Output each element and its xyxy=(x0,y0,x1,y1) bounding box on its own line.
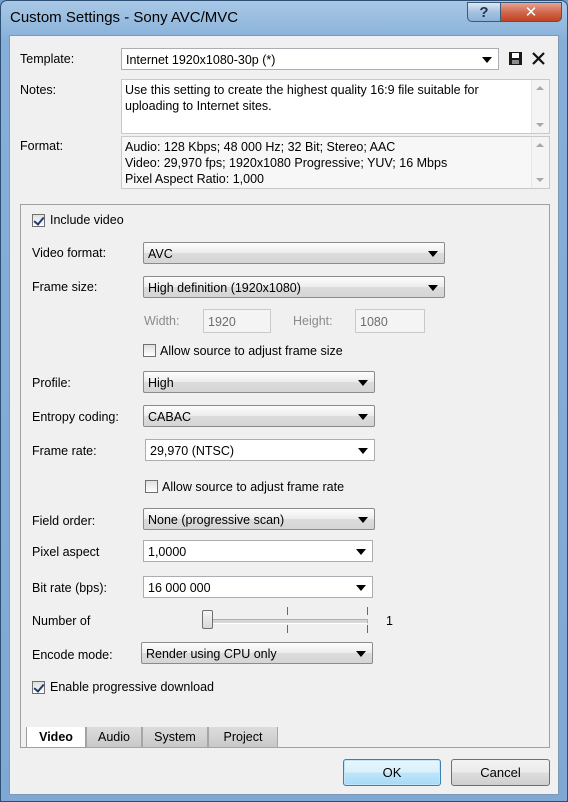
slider-tick xyxy=(287,625,288,633)
tab-audio[interactable]: Audio xyxy=(86,727,142,748)
entropy-coding-dropdown[interactable]: CABAC xyxy=(143,405,375,427)
close-button[interactable]: ✕ xyxy=(500,2,562,22)
video-format-label: Video format: xyxy=(32,246,107,260)
scroll-up-icon[interactable] xyxy=(536,143,544,147)
template-combo[interactable]: Internet 1920x1080-30p (*) xyxy=(121,48,499,70)
encode-mode-dropdown[interactable]: Render using CPU only xyxy=(141,642,373,664)
entropy-coding-label: Entropy coding: xyxy=(32,410,119,424)
dialog-body: Template: Internet 1920x1080-30p (*) Not… xyxy=(9,35,559,795)
include-video-checkbox[interactable] xyxy=(32,214,45,227)
chevron-down-icon xyxy=(356,549,366,555)
encode-mode-label: Encode mode: xyxy=(32,648,113,662)
chevron-down-icon xyxy=(482,57,492,63)
encode-mode-value: Render using CPU only xyxy=(146,647,277,661)
format-line-audio: Audio: 128 Kbps; 48 000 Hz; 32 Bit; Ster… xyxy=(125,140,396,154)
settings-tabs: Video Audio System Project xyxy=(20,727,550,749)
profile-value: High xyxy=(148,376,174,390)
field-order-label: Field order: xyxy=(32,514,96,528)
help-button[interactable]: ? xyxy=(467,2,501,22)
cancel-button[interactable]: Cancel xyxy=(451,759,550,786)
chevron-down-icon xyxy=(358,517,368,523)
chevron-down-icon xyxy=(356,651,366,657)
tab-system[interactable]: System xyxy=(142,727,208,748)
number-of-label: Number of xyxy=(32,614,91,628)
width-label: Width: xyxy=(144,314,180,328)
format-text: Audio: 128 Kbps; 48 000 Hz; 32 Bit; Ster… xyxy=(125,139,529,187)
scroll-up-icon[interactable] xyxy=(536,86,544,90)
field-order-dropdown[interactable]: None (progressive scan) xyxy=(143,508,375,530)
bit-rate-combo[interactable]: 16 000 000 xyxy=(143,576,373,598)
delete-icon[interactable] xyxy=(531,51,546,66)
title-bar[interactable]: Custom Settings - Sony AVC/MVC ? ✕ xyxy=(1,1,567,35)
dialog-window: Custom Settings - Sony AVC/MVC ? ✕ Templ… xyxy=(0,0,568,802)
chevron-down-icon xyxy=(428,251,438,257)
bit-rate-value: 16 000 000 xyxy=(148,581,211,595)
number-of-slider-track[interactable] xyxy=(206,619,368,624)
height-value: 1080 xyxy=(360,315,388,329)
frame-size-dropdown[interactable]: High definition (1920x1080) xyxy=(143,276,445,298)
field-order-value: None (progressive scan) xyxy=(148,513,285,527)
allow-frame-rate-checkbox[interactable] xyxy=(145,480,158,493)
notes-textarea[interactable]: Use this setting to create the highest q… xyxy=(121,79,550,134)
tab-video[interactable]: Video xyxy=(26,727,86,748)
video-format-dropdown[interactable]: AVC xyxy=(143,242,445,264)
format-line-video: Video: 29,970 fps; 1920x1080 Progressive… xyxy=(125,156,448,170)
width-field[interactable]: 1920 xyxy=(203,309,271,333)
pixel-aspect-label: Pixel aspect xyxy=(32,545,100,559)
number-of-value: 1 xyxy=(386,614,393,628)
video-settings-panel: Include video Video format: AVC Frame si… xyxy=(20,204,550,748)
slider-tick xyxy=(367,625,368,633)
template-label: Template: xyxy=(20,52,75,66)
width-value: 1920 xyxy=(208,315,236,329)
ok-button[interactable]: OK xyxy=(343,759,441,786)
tab-project[interactable]: Project xyxy=(208,727,278,748)
format-scrollbar[interactable] xyxy=(531,137,549,188)
video-format-value: AVC xyxy=(148,247,173,261)
slider-tick xyxy=(287,607,288,615)
slider-tick xyxy=(367,607,368,615)
notes-label: Notes: xyxy=(20,83,57,97)
allow-frame-size-checkbox[interactable] xyxy=(143,344,156,357)
pixel-aspect-value: 1,0000 xyxy=(148,545,187,559)
progressive-download-label: Enable progressive download xyxy=(50,680,214,694)
frame-rate-combo[interactable]: 29,970 (NTSC) xyxy=(145,439,375,461)
entropy-coding-value: CABAC xyxy=(148,410,192,424)
frame-rate-value: 29,970 (NTSC) xyxy=(150,444,235,458)
include-video-label: Include video xyxy=(50,213,124,227)
bit-rate-label: Bit rate (bps): xyxy=(32,581,108,595)
profile-label: Profile: xyxy=(32,376,71,390)
notes-text: Use this setting to create the highest q… xyxy=(125,83,479,113)
chevron-down-icon xyxy=(358,414,368,420)
save-icon[interactable] xyxy=(508,51,523,66)
scroll-down-icon[interactable] xyxy=(536,123,544,127)
chevron-down-icon xyxy=(356,585,366,591)
profile-dropdown[interactable]: High xyxy=(143,371,375,393)
notes-scrollbar[interactable] xyxy=(531,80,549,133)
chevron-down-icon xyxy=(358,380,368,386)
chevron-down-icon xyxy=(428,285,438,291)
allow-frame-size-label: Allow source to adjust frame size xyxy=(160,344,343,358)
frame-size-value: High definition (1920x1080) xyxy=(148,281,301,295)
chevron-down-icon xyxy=(358,448,368,454)
window-title: Custom Settings - Sony AVC/MVC xyxy=(10,9,239,26)
height-label: Height: xyxy=(293,314,333,328)
format-line-pixel-aspect: Pixel Aspect Ratio: 1,000 xyxy=(125,172,264,186)
progressive-download-checkbox[interactable] xyxy=(32,681,45,694)
frame-size-label: Frame size: xyxy=(32,280,98,294)
number-of-slider-thumb[interactable] xyxy=(202,610,213,629)
template-value: Internet 1920x1080-30p (*) xyxy=(126,53,276,67)
format-label: Format: xyxy=(20,139,64,153)
scroll-down-icon[interactable] xyxy=(536,178,544,182)
frame-rate-label: Frame rate: xyxy=(32,444,97,458)
allow-frame-rate-label: Allow source to adjust frame rate xyxy=(162,480,345,494)
height-field[interactable]: 1080 xyxy=(355,309,425,333)
pixel-aspect-combo[interactable]: 1,0000 xyxy=(143,540,373,562)
format-textarea[interactable]: Audio: 128 Kbps; 48 000 Hz; 32 Bit; Ster… xyxy=(121,136,550,189)
